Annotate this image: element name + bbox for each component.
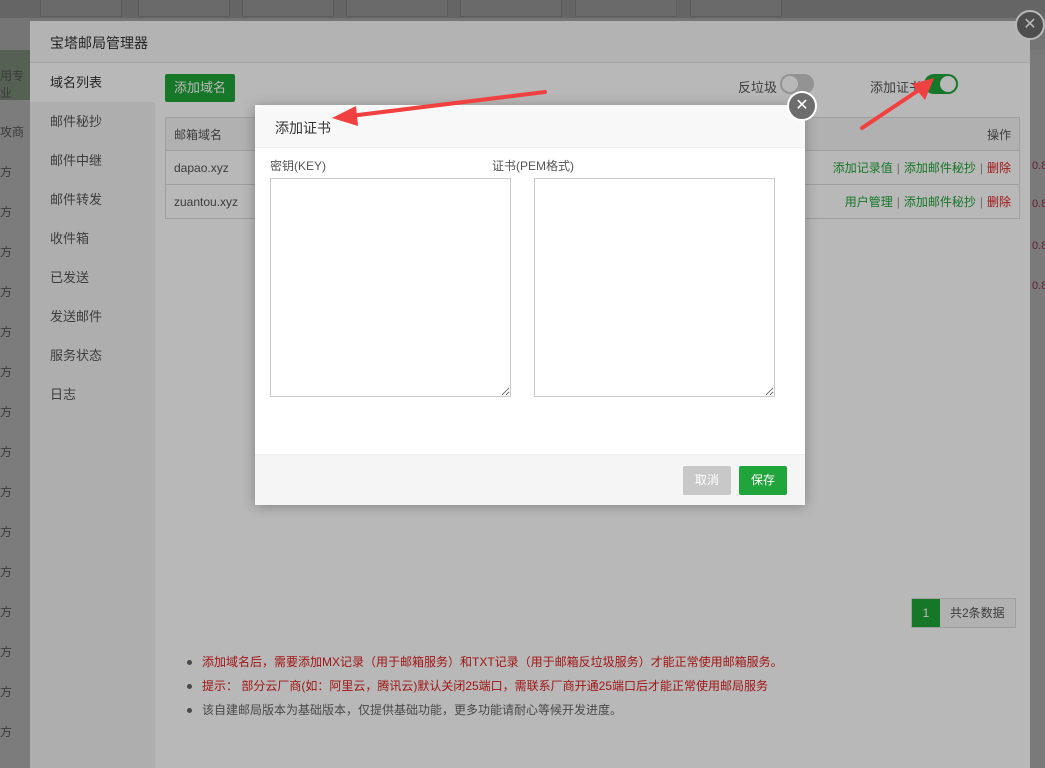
dialog-title: 添加证书 xyxy=(275,120,331,136)
save-button[interactable]: 保存 xyxy=(739,466,787,495)
key-textarea[interactable] xyxy=(270,178,511,397)
cancel-button[interactable]: 取消 xyxy=(683,466,731,495)
key-label: 密钥(KEY) xyxy=(270,159,327,173)
dialog-footer: 取消 保存 xyxy=(255,454,805,505)
dialog-close-icon[interactable]: ✕ xyxy=(787,91,817,121)
add-cert-dialog: 添加证书 ✕ 密钥(KEY) 证书(PEM格式) 取消 保存 xyxy=(255,91,817,505)
cert-label: 证书(PEM格式) xyxy=(492,159,574,173)
cert-textarea[interactable] xyxy=(534,178,775,397)
dialog-header: 添加证书 xyxy=(255,105,805,148)
